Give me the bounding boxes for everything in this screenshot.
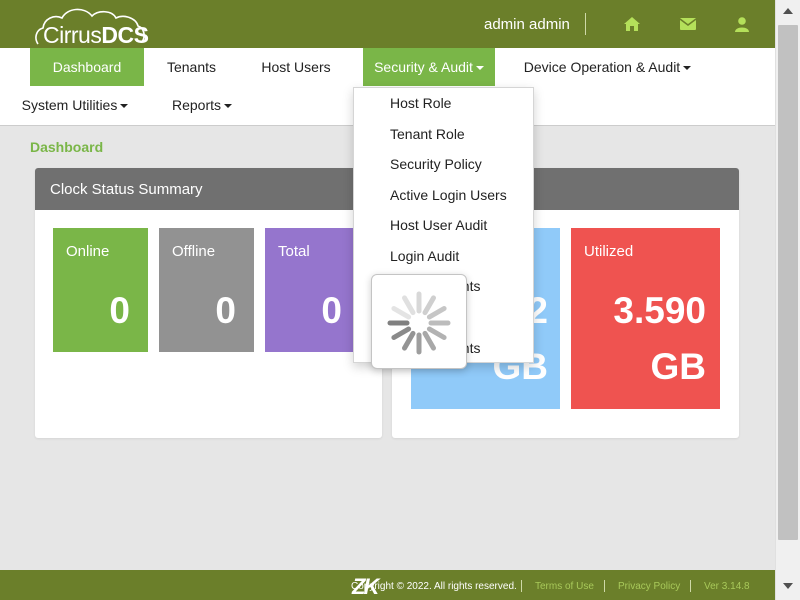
caret-down-icon <box>120 104 129 108</box>
mail-icon[interactable] <box>679 15 697 33</box>
nav-device-operation-audit[interactable]: Device Operation & Audit <box>520 48 695 86</box>
panel-title: Clock Status Summary <box>35 168 382 210</box>
user-name[interactable]: admin admin <box>484 16 570 33</box>
menu-item-active-login-users[interactable]: Active Login Users <box>390 187 507 203</box>
vertical-scrollbar[interactable] <box>775 0 800 600</box>
tile-unit: GB <box>650 346 707 387</box>
terms-of-use-link[interactable]: Terms of Use <box>535 581 594 592</box>
tile-value: 3.590 <box>613 290 706 331</box>
nav-device-operation-label: Device Operation & Audit <box>523 59 681 75</box>
tile-label: Utilized <box>584 243 634 260</box>
nav-system-utilities[interactable]: System Utilities <box>16 86 134 124</box>
menu-item-tenant-role[interactable]: Tenant Role <box>390 126 465 142</box>
utilized-tile[interactable]: Utilized 3.590 GB <box>571 228 720 409</box>
menu-item-host-role[interactable]: Host Role <box>390 95 451 111</box>
top-header: CirrusDCS admin admin <box>0 0 775 48</box>
tile-label: Online <box>66 243 110 260</box>
scroll-down-arrow-icon[interactable] <box>783 583 793 589</box>
logo-text-bold: DCS <box>101 22 149 48</box>
breadcrumb: Dashboard <box>30 139 104 155</box>
tile-label: Offline <box>172 243 216 260</box>
caret-down-icon <box>224 104 233 108</box>
logo-text-light: Cirrus <box>43 22 102 48</box>
cirrusdcs-logo[interactable]: CirrusDCS <box>32 4 149 48</box>
clock-status-panel: Clock Status Summary Online 0 Offline 0 … <box>35 168 382 438</box>
tile-label: Total <box>278 243 310 260</box>
loading-spinner <box>371 274 467 369</box>
nav-security-audit-label: Security & Audit <box>374 59 473 75</box>
tile-value: 0 <box>109 290 130 331</box>
total-tile[interactable]: Total 0 <box>265 228 360 352</box>
footer-divider <box>521 580 522 592</box>
nav-host-users[interactable]: Host Users <box>250 48 342 86</box>
scroll-up-arrow-icon[interactable] <box>783 8 793 14</box>
header-divider <box>585 13 586 35</box>
version-text: Ver 3.14.8 <box>704 581 750 592</box>
online-tile[interactable]: Online 0 <box>53 228 148 352</box>
footer-divider <box>604 580 605 592</box>
nav-reports[interactable]: Reports <box>164 86 240 124</box>
user-icon[interactable] <box>733 15 751 33</box>
copyright-text: Copyright © 2022. All rights reserved. <box>351 581 517 592</box>
caret-down-icon <box>683 66 692 70</box>
tile-value: 0 <box>321 290 342 331</box>
footer: ZK Copyright © 2022. All rights reserved… <box>0 570 775 600</box>
nav-system-utilities-label: System Utilities <box>21 97 118 113</box>
nav-tenants[interactable]: Tenants <box>144 48 239 86</box>
home-icon[interactable] <box>623 15 641 33</box>
offline-tile[interactable]: Offline 0 <box>159 228 254 352</box>
nav-host-users-label: Host Users <box>261 59 331 75</box>
privacy-policy-link[interactable]: Privacy Policy <box>618 581 680 592</box>
nav-security-audit[interactable]: Security & Audit <box>363 48 495 86</box>
footer-divider <box>690 580 691 592</box>
scrollbar-thumb[interactable] <box>778 25 798 540</box>
spinner-icon <box>387 291 451 355</box>
nav-dashboard-label: Dashboard <box>52 59 122 75</box>
tile-value: 0 <box>215 290 236 331</box>
caret-down-icon <box>475 66 484 70</box>
menu-item-security-policy[interactable]: Security Policy <box>390 156 482 172</box>
nav-tenants-label: Tenants <box>166 59 217 75</box>
nav-reports-label: Reports <box>171 97 222 113</box>
menu-item-login-audit[interactable]: Login Audit <box>390 248 459 264</box>
menu-item-host-user-audit[interactable]: Host User Audit <box>390 217 487 233</box>
nav-dashboard[interactable]: Dashboard <box>30 48 144 86</box>
